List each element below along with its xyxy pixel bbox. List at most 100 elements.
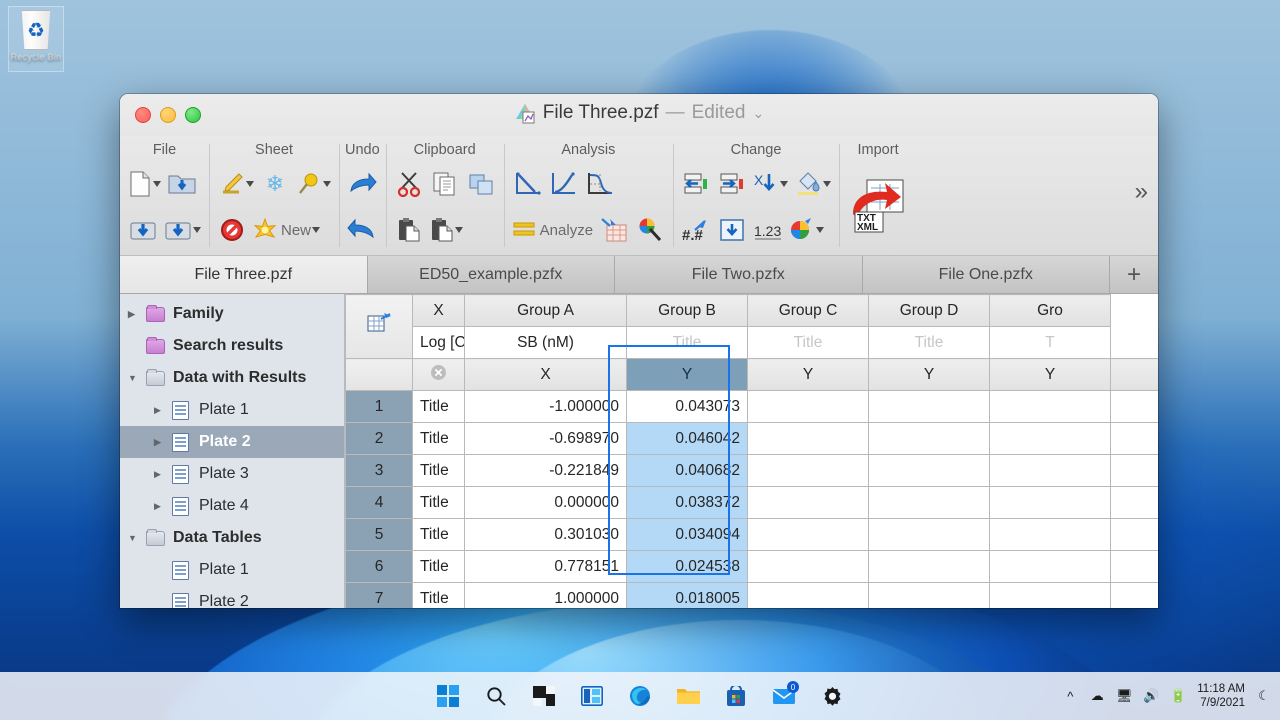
data-cell[interactable]: 0.034094 — [626, 518, 748, 551]
data-cell[interactable] — [747, 518, 869, 551]
tab-file-one[interactable]: File One.pzfx — [862, 256, 1110, 293]
cut-button[interactable] — [392, 164, 426, 204]
data-cell[interactable]: 0.024538 — [626, 550, 748, 583]
column-subtitle-group-c[interactable]: Title — [747, 326, 869, 359]
column-role-group-c[interactable]: Y — [868, 358, 990, 391]
data-cell[interactable] — [989, 422, 1111, 455]
data-cell[interactable]: 1.000000 — [464, 582, 627, 608]
data-cell[interactable] — [989, 390, 1111, 423]
battery-icon[interactable]: 🔋 — [1170, 688, 1186, 704]
widgets-button[interactable] — [579, 683, 605, 709]
row-title-cell[interactable]: Title — [412, 422, 465, 455]
speaker-icon[interactable]: 🔊 — [1143, 688, 1159, 704]
navigator-item-plate-1[interactable]: Plate 1 — [120, 394, 344, 426]
row-title-cell[interactable]: Title — [412, 454, 465, 487]
data-cell[interactable]: 0.778151 — [464, 550, 627, 583]
data-cell[interactable] — [1110, 454, 1158, 487]
exclude-button[interactable] — [215, 210, 249, 250]
row-number[interactable]: 3 — [345, 454, 413, 487]
taskbar-clock[interactable]: 11:18 AM 7/9/2021 — [1197, 682, 1245, 711]
move-right-button[interactable] — [715, 164, 749, 204]
data-cell[interactable]: 0.000000 — [464, 486, 627, 519]
data-cell[interactable] — [1110, 582, 1158, 608]
magic-wand-button[interactable] — [633, 210, 667, 250]
column-header-x[interactable]: X — [412, 294, 465, 327]
data-cell[interactable] — [989, 486, 1111, 519]
data-cell[interactable] — [747, 454, 869, 487]
column-role-x[interactable]: X — [464, 358, 627, 391]
column-role-group-b[interactable]: Y — [747, 358, 869, 391]
tab-file-three[interactable]: File Three.pzf — [120, 256, 368, 293]
data-cell[interactable] — [868, 550, 990, 583]
data-cell[interactable] — [868, 518, 990, 551]
data-cell[interactable] — [747, 486, 869, 519]
column-role-group-e[interactable] — [1110, 358, 1158, 391]
disclosure-closed-icon[interactable] — [128, 309, 146, 320]
data-grid[interactable]: X Group A Group B Group C Group D Gro Lo… — [345, 294, 1158, 608]
data-cell[interactable]: -1.000000 — [464, 390, 627, 423]
chevron-down-icon[interactable] — [246, 181, 254, 187]
insert-row-button[interactable] — [715, 210, 749, 250]
linear-regression-button[interactable] — [510, 164, 544, 204]
settings-gear-button[interactable] — [819, 683, 845, 709]
mail-button[interactable]: 0 — [771, 681, 799, 709]
data-cell[interactable] — [989, 582, 1111, 608]
sort-button[interactable]: X — [751, 164, 790, 204]
redo-button[interactable] — [345, 164, 379, 204]
navigator-item-data-tables[interactable]: Data Tables — [120, 522, 344, 554]
save-button[interactable] — [126, 210, 160, 250]
data-cell[interactable]: 0.301030 — [464, 518, 627, 551]
data-cell[interactable] — [868, 390, 990, 423]
freeze-button[interactable]: ❄ — [258, 164, 292, 204]
data-cell[interactable]: 0.043073 — [626, 390, 748, 423]
analyze-button[interactable]: Analyze — [510, 210, 595, 250]
data-cell[interactable] — [868, 454, 990, 487]
number-format-button[interactable]: #.# — [679, 210, 713, 250]
data-cell[interactable] — [1110, 422, 1158, 455]
data-cell[interactable]: 0.038372 — [626, 486, 748, 519]
column-header-group-d[interactable]: Group D — [868, 294, 990, 327]
table-row[interactable]: 1 Title -1.000000 0.043073 — [345, 390, 1158, 423]
column-subtitle-group-a[interactable]: SB (nM) — [464, 326, 627, 359]
row-number[interactable]: 6 — [345, 550, 413, 583]
data-cell[interactable]: -0.221849 — [464, 454, 627, 487]
ribbon-overflow-button[interactable]: » — [1135, 178, 1148, 206]
data-cell[interactable]: -0.698970 — [464, 422, 627, 455]
extract-data-button[interactable] — [597, 210, 631, 250]
chevron-down-icon[interactable] — [454, 227, 463, 233]
new-file-button[interactable] — [126, 164, 163, 204]
edge-browser-button[interactable] — [627, 683, 653, 709]
tab-file-two[interactable]: File Two.pzfx — [615, 256, 863, 293]
disclosure-closed-icon[interactable] — [154, 469, 172, 480]
data-cell[interactable]: 0.040682 — [626, 454, 748, 487]
recycle-bin-desktop-icon[interactable]: Recycle Bin — [8, 6, 64, 72]
row-title-cell[interactable]: Title — [412, 550, 465, 583]
paste-special-button[interactable] — [428, 210, 465, 250]
row-number[interactable]: 5 — [345, 518, 413, 551]
row-title-cell[interactable]: Title — [412, 390, 465, 423]
edit-sheet-button[interactable] — [215, 164, 256, 204]
pin-button[interactable] — [294, 164, 333, 204]
data-sheet[interactable]: X Group A Group B Group C Group D Gro Lo… — [345, 294, 1158, 608]
chevron-down-icon[interactable] — [816, 227, 825, 233]
data-cell[interactable] — [1110, 390, 1158, 423]
undo-button[interactable] — [345, 210, 379, 250]
open-file-button[interactable] — [165, 164, 199, 204]
color-scheme-button[interactable] — [787, 210, 826, 250]
tab-ed50-example[interactable]: ED50_example.pzfx — [367, 256, 615, 293]
data-cell[interactable] — [868, 422, 990, 455]
interpolate-button[interactable] — [582, 164, 616, 204]
navigator-item-plate-4[interactable]: Plate 4 — [120, 490, 344, 522]
chevron-down-icon[interactable] — [780, 181, 789, 187]
table-row[interactable]: 7 Title 1.000000 0.018005 — [345, 582, 1158, 608]
table-row[interactable]: 2 Title -0.698970 0.046042 — [345, 422, 1158, 455]
navigator-item-plate-2[interactable]: Plate 2 — [120, 586, 344, 608]
import-data-button[interactable]: TXT XML — [845, 169, 911, 241]
disclosure-open-icon[interactable] — [128, 373, 146, 383]
navigator-item-search-results[interactable]: Search results — [120, 330, 344, 362]
chevron-down-icon[interactable]: ⌄ — [752, 105, 764, 122]
add-tab-button[interactable]: + — [1110, 256, 1158, 293]
data-cell[interactable] — [989, 454, 1111, 487]
table-insert-icon[interactable] — [345, 294, 413, 359]
navigator-item-family[interactable]: Family — [120, 298, 344, 330]
